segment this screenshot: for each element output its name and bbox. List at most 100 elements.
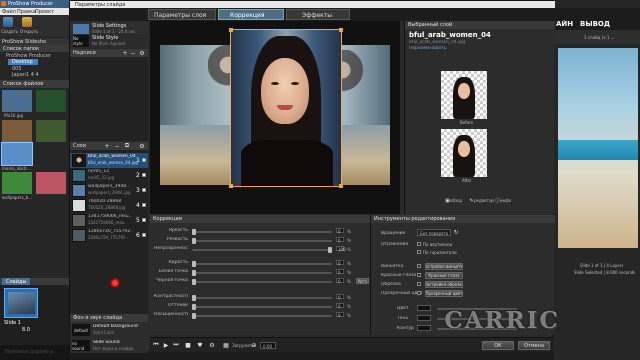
auto-button[interactable]: Авто [356, 278, 369, 284]
remove-layer-icon[interactable]: − [114, 142, 120, 150]
file-thumb-5[interactable] [1, 142, 33, 166]
layer-visible-checkbox[interactable] [142, 173, 146, 177]
slider-knob[interactable] [328, 247, 332, 253]
color-swatch[interactable] [417, 305, 431, 311]
info-button[interactable]: инфо [500, 198, 511, 203]
next-slide-icon[interactable]: ⏭ [172, 341, 180, 349]
tool-button[interactable]: Настройка обрезки [425, 281, 463, 288]
nav-slide-style[interactable]: No style Slide Style No Style Applied [70, 34, 148, 48]
correction-value[interactable]: 0 [336, 303, 344, 309]
correction-slider[interactable] [192, 313, 332, 319]
correction-slider[interactable] [192, 229, 332, 235]
file-thumb-1[interactable] [2, 90, 32, 112]
color-swatch[interactable] [417, 315, 431, 321]
correction-value[interactable]: 100 [336, 246, 346, 252]
note-settings-icon[interactable]: ⚙ [139, 49, 145, 57]
layer-row[interactable]: nor05_12 nor05_12.jpg 2 [70, 168, 148, 183]
tab-layer-settings[interactable]: Параметры слоя [148, 9, 216, 20]
correction-value[interactable]: 0 [336, 294, 344, 300]
tool-button[interactable]: Красные глаза [425, 272, 463, 279]
tab-effects-label: Эффекты [302, 12, 332, 19]
cancel-button[interactable]: Отмена [518, 341, 550, 350]
flip-vertical-checkbox[interactable] [417, 242, 421, 246]
file-thumb-7[interactable] [36, 172, 66, 194]
correction-value[interactable]: 0 [336, 260, 344, 266]
tool-button[interactable]: Прозрачный цвет [425, 290, 463, 297]
settings-icon[interactable]: ⚙ [208, 341, 216, 349]
layer-visible-checkbox[interactable] [142, 233, 146, 237]
layer-visible-checkbox[interactable] [142, 218, 146, 222]
file-thumb-2[interactable] [36, 90, 66, 112]
correction-value[interactable]: 0 [336, 269, 344, 275]
time-field[interactable]: 0:00 [260, 342, 276, 349]
slide-1[interactable] [4, 288, 38, 318]
correction-slider[interactable] [192, 295, 332, 301]
tab-correction[interactable]: Коррекция [218, 9, 284, 20]
editor-button[interactable]: редактор [474, 198, 494, 203]
open-project-icon[interactable] [22, 17, 32, 27]
file-thumb-3[interactable] [2, 120, 32, 142]
slider-knob[interactable] [192, 279, 196, 285]
tool-checkbox[interactable] [417, 282, 421, 286]
stop-icon[interactable]: ■ [184, 341, 192, 349]
correction-slider[interactable] [192, 279, 332, 285]
layer-visible-checkbox[interactable] [142, 158, 146, 162]
correction-slider[interactable] [192, 270, 332, 276]
correction-value[interactable]: 0 [336, 228, 344, 234]
browse-button[interactable]: обзор [450, 198, 462, 203]
layer-row[interactable]: bful_arab_women_04 bful_arab_women_04.jp… [70, 153, 148, 168]
copy-layer-icon[interactable]: ⧉ [124, 142, 130, 150]
correction-slider[interactable] [192, 304, 332, 310]
add-note-icon[interactable]: + [122, 49, 128, 57]
grid-icon[interactable]: ▦ [222, 341, 230, 349]
bg-row[interactable]: default Default Background Solid Color [70, 322, 148, 338]
tool-checkbox[interactable] [417, 273, 421, 277]
layer-row[interactable]: 1280x720_755792.. 1280x720_755792.. 6 [70, 228, 148, 243]
add-layer-icon[interactable]: + [104, 142, 110, 150]
folder-desktop[interactable]: Desktop [12, 59, 33, 65]
sound-row[interactable]: no sound Slide Sound Нет звука в слайде [70, 338, 148, 353]
correction-slider[interactable] [192, 247, 332, 253]
slider-knob[interactable] [192, 313, 196, 319]
color-swatch[interactable] [417, 325, 431, 331]
correction-value[interactable]: 0 [336, 312, 344, 318]
layer-visible-checkbox[interactable] [142, 188, 146, 192]
layer-settings-icon[interactable]: ⚙ [139, 142, 145, 150]
layer-row[interactable]: 760020-28868 760020_28868.jpg 4 [70, 198, 148, 213]
flip-horizontal-checkbox[interactable] [417, 250, 421, 254]
new-project-icon[interactable] [3, 17, 13, 27]
file-thumb-4[interactable] [36, 120, 66, 142]
tab-output[interactable]: ВЫВОД [580, 20, 610, 28]
layer-visible-checkbox[interactable] [142, 203, 146, 207]
selected-layer-frame[interactable] [229, 28, 343, 188]
ok-button[interactable]: ОК [482, 341, 514, 350]
remove-note-icon[interactable]: − [130, 49, 136, 57]
slider-knob[interactable] [192, 295, 196, 301]
tab-design[interactable]: АЙН [556, 20, 573, 28]
slider-knob[interactable] [192, 229, 196, 235]
rename-link[interactable]: Переименовать [409, 46, 446, 51]
tab-effects[interactable]: Эффекты [286, 9, 350, 20]
file-thumb-6[interactable] [2, 172, 32, 194]
correction-slider[interactable] [192, 261, 332, 267]
rotate-icon[interactable]: ↻ [453, 228, 459, 236]
correction-value[interactable]: 0 [336, 278, 344, 284]
correction-slider[interactable] [192, 238, 332, 244]
before-preview [441, 71, 487, 119]
play-icon[interactable]: ▶ [162, 341, 170, 349]
slider-knob[interactable] [192, 261, 196, 267]
tool-checkbox[interactable] [417, 264, 421, 268]
prev-slide-icon[interactable]: ⏮ [152, 341, 160, 349]
layer-row[interactable]: wallpapers_3948.. wallpapers_3948..jpg 3 [70, 183, 148, 198]
tool-button[interactable]: Настройка виньетки [425, 263, 463, 270]
zoom-icon[interactable]: ⊕ [250, 341, 258, 349]
correction-value[interactable]: 0 [336, 237, 344, 243]
tool-checkbox[interactable] [417, 291, 421, 295]
rotation-select[interactable]: Без поворота [417, 229, 451, 236]
folder-japan[interactable]: Japan1 4 4 [12, 72, 39, 78]
slider-knob[interactable] [192, 270, 196, 276]
slider-knob[interactable] [192, 238, 196, 244]
layer-row[interactable]: 1341759066_resu.. 1341759066_resu.. 5 [70, 213, 148, 228]
slider-knob[interactable] [192, 304, 196, 310]
favorite-icon[interactable]: ♥ [196, 341, 204, 349]
